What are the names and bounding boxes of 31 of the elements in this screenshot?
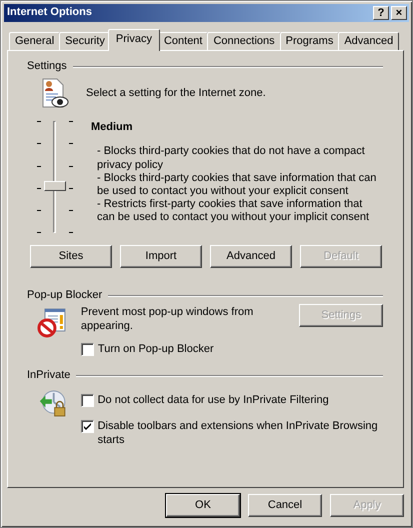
popup-blocked-icon [36, 306, 68, 338]
tab[interactable]: General [9, 32, 60, 51]
checkbox-label: Turn on Pop-up Blocker [98, 342, 214, 356]
tab[interactable]: Advanced [338, 32, 400, 51]
checkbox[interactable] [80, 342, 94, 356]
help-button[interactable]: ? [373, 6, 389, 20]
push-button[interactable]: Advanced [210, 245, 292, 268]
prompt-text: Select a setting for the Internet zone. [86, 86, 266, 100]
tab[interactable]: Programs [280, 32, 340, 51]
description-text: - Blocks third-party cookies that save information that can be used to contact you without your explicit consent [97, 172, 378, 198]
push-button[interactable]: Import [120, 245, 202, 268]
description-text: - Blocks third-party cookies that do not have a compact privacy policy [97, 145, 366, 172]
push-button[interactable]: Cancel [248, 494, 322, 517]
close-button[interactable]: × [391, 6, 407, 20]
group-heading: InPrivate [27, 368, 70, 382]
privacy-slider[interactable] [43, 121, 67, 234]
checkbox-label: Do not collect data for use by InPrivate Filtering [98, 394, 329, 408]
check-icon [82, 422, 92, 432]
group-heading: Settings [27, 60, 67, 74]
tab[interactable]: Privacy [108, 29, 160, 51]
checkbox[interactable] [80, 420, 94, 434]
push-button[interactable]: Sites [30, 245, 112, 268]
checkbox[interactable] [80, 394, 94, 408]
level-name: Medium [91, 121, 134, 134]
push-button[interactable]: OK [166, 494, 240, 517]
window-title: Internet Options [7, 6, 93, 20]
description-text: - Restricts first-party cookies that save information that can be used to contact you without your implicit consent [97, 198, 370, 224]
checkbox-label: Disable toolbars and extensions when InPrivate Browsing starts [98, 420, 379, 447]
description-text: Prevent most pop-up windows from appearing. [80, 306, 254, 333]
tab[interactable]: Connections [207, 32, 281, 51]
group-heading: Pop-up Blocker [27, 289, 102, 302]
